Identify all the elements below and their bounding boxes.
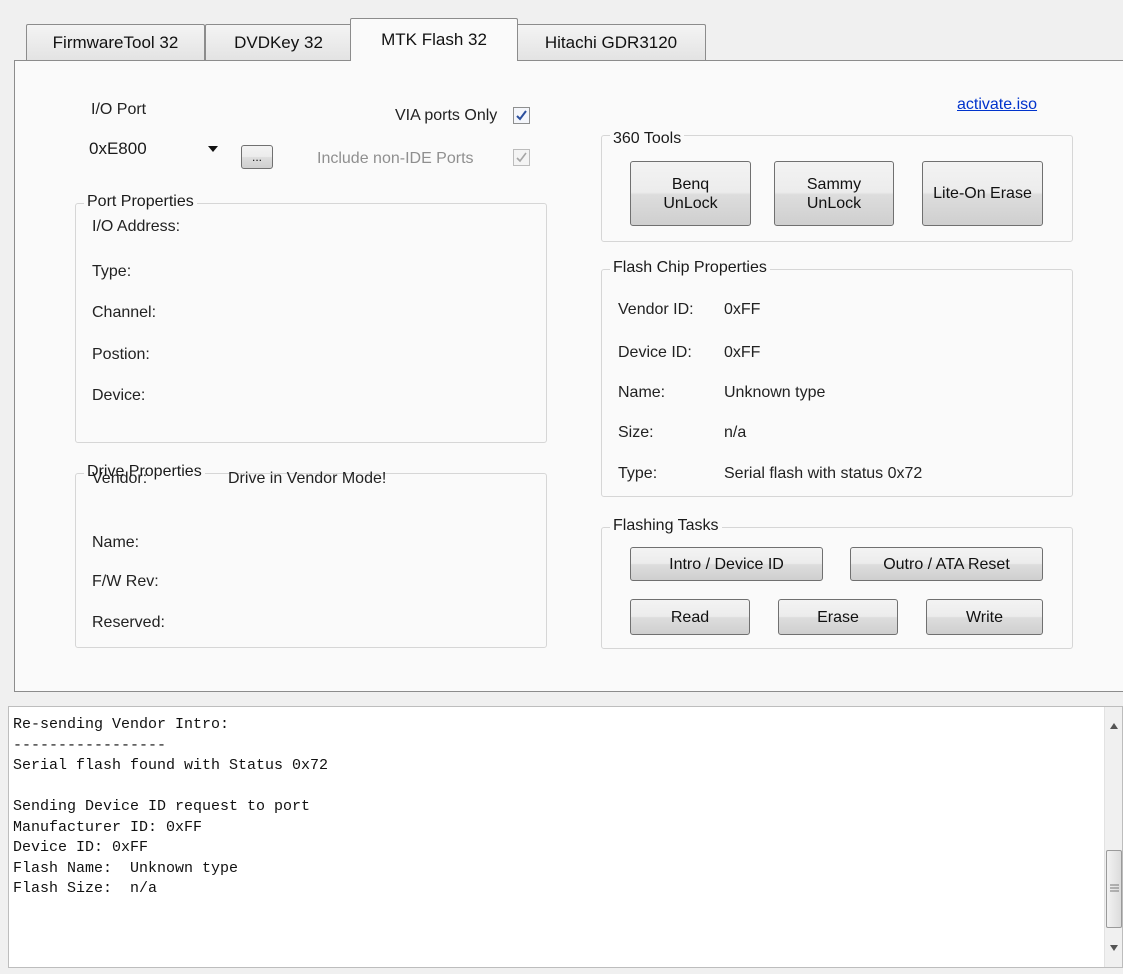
port-properties-group: Port Properties I/O Address: Type: Chann… bbox=[75, 193, 547, 443]
sammy-unlock-button[interactable]: Sammy UnLock bbox=[774, 161, 894, 226]
vendor-id-label: Vendor ID: bbox=[618, 301, 694, 318]
checkmark-icon bbox=[516, 110, 527, 121]
lite-on-erase-button[interactable]: Lite-On Erase bbox=[922, 161, 1043, 226]
360-tools-title: 360 Tools bbox=[610, 130, 685, 148]
benq-unlock-button[interactable]: Benq UnLock bbox=[630, 161, 751, 226]
flashing-tasks-group: Flashing Tasks Intro / Device ID Outro /… bbox=[601, 517, 1073, 649]
drive-vendor-value: Drive in Vendor Mode! bbox=[228, 470, 387, 487]
io-port-value: 0xE800 bbox=[89, 139, 147, 158]
scroll-grip-icon bbox=[1110, 884, 1119, 892]
chevron-down-icon bbox=[208, 146, 218, 152]
log-scroll-thumb[interactable] bbox=[1106, 850, 1122, 928]
position-label: Postion: bbox=[92, 346, 150, 363]
device-id-label: Device ID: bbox=[618, 344, 692, 361]
flash-chip-properties-title: Flash Chip Properties bbox=[610, 259, 770, 277]
via-ports-only-label: VIA ports Only bbox=[395, 107, 498, 124]
browse-button[interactable]: ... bbox=[241, 145, 273, 169]
scroll-down-icon[interactable] bbox=[1110, 945, 1118, 951]
activate-iso-link[interactable]: activate.iso bbox=[957, 96, 1037, 114]
tab-panel: I/O Port 0xE800 ... VIA ports Only Inclu… bbox=[14, 60, 1123, 692]
io-address-label: I/O Address: bbox=[92, 218, 181, 235]
flashing-tasks-title: Flashing Tasks bbox=[610, 517, 722, 535]
drive-vendor-label: Vendor: bbox=[92, 470, 148, 487]
log-output[interactable]: Re-sending Vendor Intro: ---------------… bbox=[8, 706, 1123, 968]
outro-ata-reset-button[interactable]: Outro / ATA Reset bbox=[850, 547, 1043, 581]
drive-fw-rev-label: F/W Rev: bbox=[92, 573, 159, 590]
intro-device-id-button[interactable]: Intro / Device ID bbox=[630, 547, 823, 581]
drive-reserved-label: Reserved: bbox=[92, 614, 165, 631]
flash-size-label: Size: bbox=[618, 424, 654, 441]
include-non-ide-label: Include non-IDE Ports bbox=[317, 150, 474, 167]
flash-name-label: Name: bbox=[618, 384, 666, 401]
flash-type-label: Type: bbox=[618, 465, 658, 482]
360-tools-group: 360 Tools Benq UnLock Sammy UnLock Lite-… bbox=[601, 130, 1073, 242]
io-port-label: I/O Port bbox=[91, 101, 147, 118]
tab-firmwaretool[interactable]: FirmwareTool 32 bbox=[26, 24, 205, 60]
port-properties-title: Port Properties bbox=[84, 193, 197, 211]
flash-chip-properties-group: Flash Chip Properties Vendor ID: 0xFF De… bbox=[601, 259, 1073, 497]
flash-type-value: Serial flash with status 0x72 bbox=[724, 465, 923, 482]
include-non-ide-checkbox[interactable] bbox=[513, 149, 530, 166]
device-label: Device: bbox=[92, 387, 146, 404]
erase-button[interactable]: Erase bbox=[778, 599, 898, 635]
tab-mtk-flash[interactable]: MTK Flash 32 bbox=[350, 18, 518, 61]
scroll-up-icon[interactable] bbox=[1110, 723, 1118, 729]
type-label: Type: bbox=[92, 263, 132, 280]
tab-hitachi[interactable]: Hitachi GDR3120 bbox=[516, 24, 706, 60]
flash-name-value: Unknown type bbox=[724, 384, 826, 401]
drive-name-label: Name: bbox=[92, 534, 140, 551]
write-button[interactable]: Write bbox=[926, 599, 1043, 635]
io-port-select[interactable]: 0xE800 bbox=[85, 131, 229, 167]
log-scrollbar[interactable] bbox=[1104, 707, 1122, 967]
vendor-id-value: 0xFF bbox=[724, 301, 761, 318]
channel-label: Channel: bbox=[92, 304, 157, 321]
flash-size-value: n/a bbox=[724, 424, 747, 441]
read-button[interactable]: Read bbox=[630, 599, 750, 635]
log-text: Re-sending Vendor Intro: ---------------… bbox=[13, 716, 329, 897]
via-ports-only-checkbox[interactable] bbox=[513, 107, 530, 124]
checkmark-icon bbox=[516, 152, 527, 163]
drive-properties-group: Drive Properties Vendor: Drive in Vendor… bbox=[75, 463, 547, 648]
device-id-value: 0xFF bbox=[724, 344, 761, 361]
tab-dvdkey[interactable]: DVDKey 32 bbox=[205, 24, 352, 60]
